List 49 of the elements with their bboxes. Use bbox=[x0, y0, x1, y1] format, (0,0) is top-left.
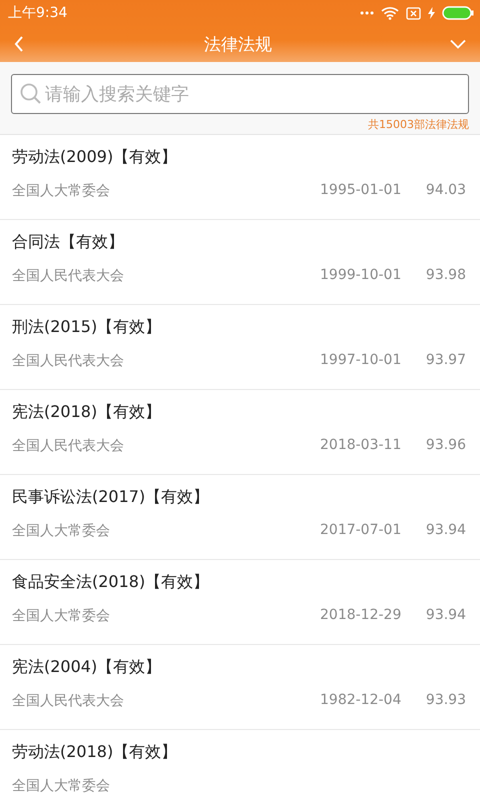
law-list-item[interactable]: 食品安全法(2018)【有效】 全国人大常委会 2018-12-29 93.94 bbox=[0, 560, 480, 645]
wifi-icon bbox=[381, 6, 399, 20]
law-title: 宪法(2018)【有效】 bbox=[12, 402, 162, 423]
law-list-item[interactable]: 劳动法(2018)【有效】 全国人大常委会 bbox=[0, 730, 480, 800]
law-title: 刑法(2015)【有效】 bbox=[12, 317, 162, 338]
battery-icon bbox=[442, 6, 474, 20]
law-score: 93.94 bbox=[424, 522, 466, 540]
law-score: 93.93 bbox=[424, 692, 466, 710]
law-date: 2018-12-29 bbox=[320, 607, 402, 625]
law-list-item[interactable]: 劳动法(2009)【有效】 全国人大常委会 1995-01-01 94.03 bbox=[0, 135, 480, 220]
law-score: 93.98 bbox=[424, 267, 466, 285]
law-score: 93.96 bbox=[424, 437, 466, 455]
page-title: 法律法规 bbox=[203, 34, 273, 56]
law-title: 合同法【有效】 bbox=[12, 232, 125, 253]
law-list-item[interactable]: 民事诉讼法(2017)【有效】 全国人大常委会 2017-07-01 93.94 bbox=[0, 475, 480, 560]
charging-icon bbox=[428, 7, 435, 19]
law-date: 1999-10-01 bbox=[320, 267, 402, 285]
law-issuer: 全国人大常委会 bbox=[12, 777, 111, 795]
law-date: 2017-07-01 bbox=[320, 522, 402, 540]
law-list-item[interactable]: 刑法(2015)【有效】 全国人民代表大会 1997-10-01 93.97 bbox=[0, 305, 480, 390]
status-time: 上午9:34 bbox=[8, 4, 68, 22]
law-issuer: 全国人民代表大会 bbox=[12, 352, 125, 370]
law-issuer: 全国人大常委会 bbox=[12, 182, 111, 200]
total-count: 共15003部法律法规 bbox=[367, 117, 469, 132]
law-title: 食品安全法(2018)【有效】 bbox=[12, 572, 210, 593]
back-icon[interactable] bbox=[14, 36, 24, 52]
law-issuer: 全国人民代表大会 bbox=[12, 692, 125, 710]
law-title: 劳动法(2009)【有效】 bbox=[12, 147, 178, 168]
law-date: 1982-12-04 bbox=[320, 692, 402, 710]
law-issuer: 全国人大常委会 bbox=[12, 522, 111, 540]
law-list-item[interactable]: 宪法(2018)【有效】 全国人民代表大会 2018-03-11 93.96 bbox=[0, 390, 480, 475]
law-date: 1995-01-01 bbox=[320, 182, 402, 200]
law-title: 民事诉讼法(2017)【有效】 bbox=[12, 487, 210, 508]
search-field[interactable]: 请输入搜索关键字 bbox=[11, 74, 469, 114]
law-list-item[interactable]: 宪法(2004)【有效】 全国人民代表大会 1982-12-04 93.93 bbox=[0, 645, 480, 730]
law-list-item[interactable]: 合同法【有效】 全国人民代表大会 1999-10-01 93.98 bbox=[0, 220, 480, 305]
chevron-down-icon[interactable] bbox=[450, 39, 466, 49]
dots-icon bbox=[360, 11, 374, 15]
law-issuer: 全国人民代表大会 bbox=[12, 437, 125, 455]
law-score: 93.94 bbox=[424, 607, 466, 625]
law-score: 94.03 bbox=[424, 182, 466, 200]
law-score: 93.97 bbox=[424, 352, 466, 370]
law-date: 2018-03-11 bbox=[320, 437, 402, 455]
law-issuer: 全国人民代表大会 bbox=[12, 267, 125, 285]
law-title: 宪法(2004)【有效】 bbox=[12, 657, 162, 678]
law-issuer: 全国人大常委会 bbox=[12, 607, 111, 625]
law-title: 劳动法(2018)【有效】 bbox=[12, 742, 178, 763]
law-date: 1997-10-01 bbox=[320, 352, 402, 370]
sim-icon bbox=[406, 6, 421, 20]
